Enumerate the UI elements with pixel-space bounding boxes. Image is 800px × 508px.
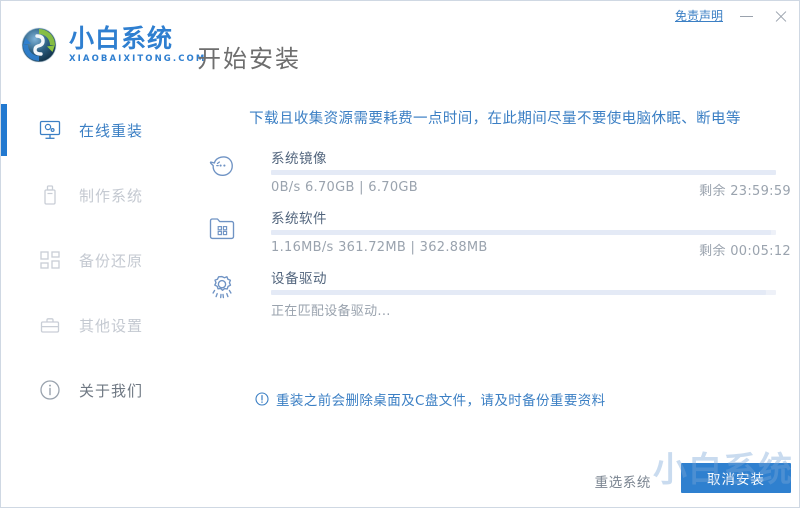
- sidebar-item-label: 其他设置: [79, 316, 144, 335]
- exclamation-circle-icon: [255, 392, 269, 406]
- task-progress-fill: [271, 290, 766, 295]
- sidebar-item-make-system[interactable]: 制作系统: [1, 169, 189, 221]
- disclaimer-link[interactable]: 免责声明: [675, 10, 723, 22]
- toolbox-icon: [39, 314, 61, 336]
- sidebar-item-label: 备份还原: [79, 251, 144, 270]
- task-remaining: 剩余 00:05:12: [699, 244, 791, 259]
- task-name: 系统软件: [271, 211, 327, 227]
- task-name: 系统镜像: [271, 151, 327, 167]
- task-name: 设备驱动: [271, 271, 327, 287]
- reselect-system-link[interactable]: 重选系统: [595, 471, 651, 491]
- info-circle-icon: [39, 379, 61, 401]
- sidebar-item-label: 在线重装: [79, 121, 144, 140]
- close-icon[interactable]: [771, 7, 791, 25]
- task-remaining: 剩余 23:59:59: [699, 184, 791, 199]
- minimize-icon[interactable]: [737, 7, 757, 25]
- brand-logo: 小白系统 XIAOBAIXITONG.COM: [15, 21, 206, 69]
- main-content: 下载且收集资源需要耗费一点时间，在此期间尽量不要使电脑休眠、断电等 系统镜像 0…: [189, 89, 799, 507]
- task-row-device-driver: 设备驱动 正在匹配设备驱动...: [201, 267, 791, 321]
- task-row-system-image: 系统镜像 0B/s 6.70GB | 6.70GB 剩余 23:59:59: [201, 147, 791, 201]
- footer-actions: 重选系统 取消安装: [189, 463, 799, 495]
- task-status: 正在匹配设备驱动...: [271, 304, 391, 319]
- sidebar-item-other-settings[interactable]: 其他设置: [1, 299, 189, 351]
- backup-warning: 重装之前会删除桌面及C盘文件，请及时备份重要资料: [255, 389, 606, 409]
- cancel-install-button[interactable]: 取消安装: [681, 463, 791, 493]
- task-row-system-software: 系统软件 1.16MB/s 361.72MB | 362.88MB 剩余 00:…: [201, 207, 791, 261]
- folder-apps-icon: [205, 211, 239, 245]
- brand-name-en: XIAOBAIXITONG.COM: [69, 54, 207, 65]
- task-status: 1.16MB/s 361.72MB | 362.88MB: [271, 240, 488, 255]
- ghost-mascot-icon: [205, 151, 239, 185]
- sidebar-item-backup-restore[interactable]: 备份还原: [1, 234, 189, 286]
- task-progress-fill: [271, 230, 771, 235]
- task-progress-bar: [271, 230, 776, 235]
- task-progress-fill: [271, 170, 776, 175]
- gear-icon: [205, 271, 239, 305]
- download-notice: 下载且收集资源需要耗费一点时间，在此期间尽量不要使电脑休眠、断电等: [249, 111, 741, 127]
- page-title: 开始安装: [197, 45, 301, 73]
- usb-drive-icon: [39, 184, 61, 206]
- task-progress-bar: [271, 290, 776, 295]
- sidebar-item-label: 制作系统: [79, 186, 144, 205]
- task-progress-bar: [271, 170, 776, 175]
- brand-name-cn: 小白系统: [69, 24, 174, 54]
- task-status: 0B/s 6.70GB | 6.70GB: [271, 180, 418, 195]
- title-bar: 小白系统 XIAOBAIXITONG.COM 开始安装 免责声明: [1, 1, 799, 89]
- sidebar: 在线重装 制作系统 备份还原 其他设置 关于我们: [1, 89, 189, 507]
- refresh-circle-logo-icon: [15, 21, 63, 69]
- sidebar-item-about-us[interactable]: 关于我们: [1, 364, 189, 416]
- sidebar-item-label: 关于我们: [79, 381, 144, 400]
- monitor-icon: [39, 119, 61, 141]
- app-window: 小白系统 XIAOBAIXITONG.COM 开始安装 免责声明 在线重装 制作…: [0, 0, 800, 508]
- brand-text: 小白系统 XIAOBAIXITONG.COM: [69, 26, 206, 64]
- backup-warning-text: 重装之前会删除桌面及C盘文件，请及时备份重要资料: [276, 393, 606, 409]
- sidebar-item-online-reinstall[interactable]: 在线重装: [1, 104, 189, 156]
- window-controls: 免责声明: [675, 7, 791, 25]
- grid-blocks-icon: [39, 249, 61, 271]
